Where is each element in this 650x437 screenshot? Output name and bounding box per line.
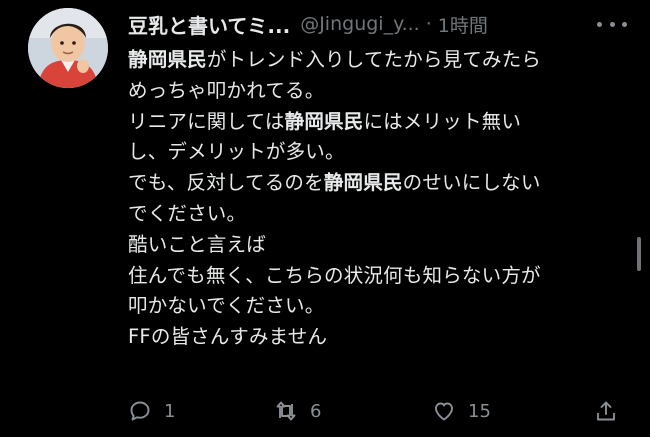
separator-dot: · bbox=[425, 13, 432, 35]
tweet-text-segment: でください。 bbox=[128, 201, 247, 225]
tweet-text-segment: FFの皆さんすみません bbox=[128, 325, 328, 349]
retweet-button[interactable]: 6 bbox=[274, 393, 321, 429]
tweet-text-segment: 酷いこと言えば bbox=[128, 232, 266, 256]
display-name[interactable]: 豆乳と書いてミ... bbox=[128, 10, 290, 39]
tweet-text-line: でください。 bbox=[128, 199, 618, 230]
retweet-icon bbox=[276, 401, 296, 421]
tweet-text-segment: リニアに関しては bbox=[128, 109, 285, 133]
tweet-text-segment: 住んでも無く、こちらの状況何も知らない方が bbox=[128, 263, 541, 287]
tweet-text-segment: でも、反対してるのを bbox=[128, 171, 324, 195]
like-count: 15 bbox=[468, 400, 491, 422]
heart-icon bbox=[435, 402, 453, 421]
reply-icon bbox=[130, 401, 150, 421]
avatar-photo bbox=[28, 8, 108, 88]
tweet-text-line: リニアに関しては静岡県民にはメリット無い bbox=[128, 107, 618, 138]
tweet-text-line: FFの皆さんすみません bbox=[128, 322, 618, 353]
reply-button[interactable]: 1 bbox=[128, 393, 175, 429]
tweet-actions: 1 6 15 bbox=[128, 393, 623, 429]
user-handle[interactable]: @Jingugi_y... bbox=[300, 13, 420, 35]
scrollbar-thumb[interactable] bbox=[637, 237, 641, 271]
tweet-text-segment: にはメリット無い bbox=[363, 109, 522, 133]
tweet-text-segment: がトレンド入りしてたから見てみたら bbox=[206, 48, 542, 71]
tweet-text-line: 叩かないでください。 bbox=[128, 291, 618, 322]
tweet-text-line: 静岡県民がトレンド入りしてたから見てみたら bbox=[128, 45, 618, 76]
tweet-text-segment: し、デメリットが多い。 bbox=[128, 140, 345, 164]
tweet-text: 静岡県民がトレンド入りしてたから見てみたら めっちゃ叩かれてる。 リニアに関しては静… bbox=[128, 45, 618, 353]
highlighted-keyword: 静岡県民 bbox=[128, 48, 207, 71]
tweet-text-line: し、デメリットが多い。 bbox=[128, 137, 618, 168]
tweet-text-line: めっちゃ叩かれてる。 bbox=[128, 76, 618, 107]
highlighted-keyword: 静岡県民 bbox=[323, 171, 403, 195]
retweet-count: 6 bbox=[310, 400, 322, 422]
tweet-text-line: でも、反対してるのを静岡県民のせいにしない bbox=[128, 168, 618, 199]
avatar[interactable] bbox=[28, 8, 108, 88]
tweet-text-line: 酷いこと言えば bbox=[128, 230, 618, 261]
like-button[interactable]: 15 bbox=[432, 393, 491, 429]
highlighted-keyword: 静岡県民 bbox=[284, 109, 364, 133]
share-icon bbox=[597, 401, 615, 421]
timestamp[interactable]: 1時間 bbox=[438, 11, 488, 38]
tweet-text-segment: 叩かないでください。 bbox=[128, 294, 325, 318]
reply-count: 1 bbox=[164, 400, 176, 422]
tweet-header: 豆乳と書いてミ... @Jingugi_y... · 1時間 bbox=[128, 9, 628, 39]
more-options-icon[interactable] bbox=[597, 12, 627, 36]
tweet-text-line: 住んでも無く、こちらの状況何も知らない方が bbox=[128, 261, 618, 292]
share-button[interactable] bbox=[594, 393, 618, 429]
tweet-text-segment: のせいにしない bbox=[402, 171, 541, 195]
tweet-text-segment: めっちゃ叩かれてる。 bbox=[128, 78, 325, 102]
